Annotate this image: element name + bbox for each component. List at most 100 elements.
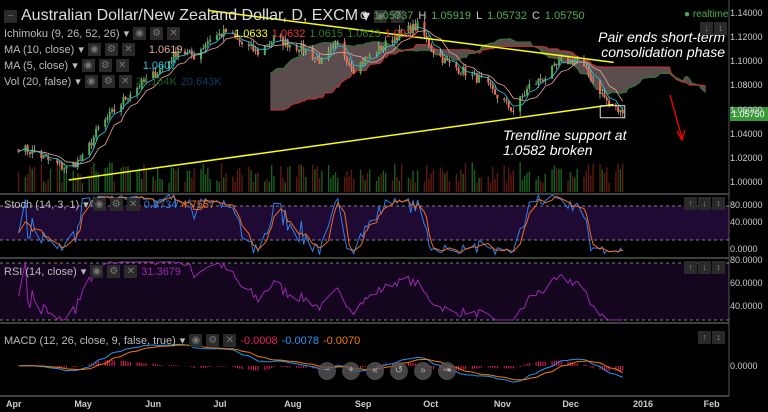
candle	[519, 96, 522, 112]
volume-bar	[40, 164, 43, 192]
volume-bar	[601, 169, 603, 192]
volume-bar	[266, 178, 268, 192]
chevron-down-icon[interactable]: ▾	[180, 334, 186, 347]
legend-ichimoku[interactable]: Ichimoku (9, 26, 52, 26) ▾ ◉ ⚙ ✕ 1.0633 1.0…	[4, 27, 418, 40]
eye-icon[interactable]: ◉	[133, 27, 147, 40]
legend-ma5[interactable]: MA (5, close) ▾ ◉ ⚙ ✕ 1.0607	[4, 59, 176, 72]
gear-icon[interactable]: ⚙	[101, 75, 115, 88]
volume-bar	[250, 170, 252, 192]
scroll-left-icon[interactable]: «	[366, 362, 384, 380]
legend-volume[interactable]: Vol (20, false) ▾ ◉ ⚙ ✕ 22.164K 20.643K	[4, 75, 222, 88]
volume-bar	[505, 182, 508, 192]
volume-bar	[241, 174, 243, 192]
candle	[318, 57, 321, 65]
volume-bar	[382, 170, 385, 192]
candle	[380, 45, 383, 51]
chevron-down-icon[interactable]: ▾	[124, 27, 130, 40]
pane-up-icon[interactable]: ↑	[684, 261, 697, 274]
pane-up-icon[interactable]: ↑	[698, 331, 711, 344]
macd-tick: 0.0000	[730, 361, 758, 371]
chart-title-legend: − Australian Dollar/New Zealand Dollar, …	[4, 6, 405, 26]
volume-bar	[544, 173, 546, 192]
candle	[113, 109, 116, 112]
eye-icon[interactable]: ◉	[90, 265, 104, 278]
reset-icon[interactable]: ↺	[390, 362, 408, 380]
gear-icon[interactable]: ⚙	[109, 198, 123, 211]
volume-bar	[282, 178, 284, 192]
price-tick: 1.04000	[730, 128, 763, 139]
volume-bar	[343, 176, 346, 192]
candle	[106, 117, 109, 120]
legend-stoch[interactable]: Stoch (14, 3, 1) ▾ ◉ ⚙ ✕ 0.8734 4.7557	[4, 198, 215, 211]
legend-rsi[interactable]: RSI (14, close) ▾ ◉ ⚙ ✕ 31.3679	[4, 265, 181, 278]
volume-bar	[348, 176, 350, 192]
pane-up-icon[interactable]: ↑	[684, 197, 697, 210]
candle	[489, 82, 492, 85]
chevron-down-icon[interactable]: ▾	[72, 59, 78, 72]
candle	[26, 145, 29, 153]
close-icon[interactable]: ✕	[121, 43, 135, 56]
collapse-icon[interactable]: −	[4, 9, 17, 23]
volume-bar	[496, 172, 499, 192]
gear-icon[interactable]: ⚙	[107, 265, 121, 278]
eye-icon[interactable]: ◉	[84, 75, 98, 88]
eye-icon[interactable]: ◉	[81, 59, 95, 72]
volume-bar	[45, 182, 47, 192]
volume-bar	[204, 174, 207, 192]
volume-bar	[603, 172, 606, 192]
candle	[111, 109, 114, 112]
pane-fit-icon[interactable]: ↕	[712, 261, 725, 274]
pane-down-icon[interactable]: ↓	[698, 197, 711, 210]
chevron-down-icon[interactable]: ▾	[78, 43, 84, 56]
volume-bar	[455, 174, 458, 192]
chevron-down-icon[interactable]: ▾	[75, 75, 81, 88]
gear-icon[interactable]: ⚙	[98, 59, 112, 72]
candle	[439, 53, 442, 56]
volume-bar	[154, 180, 157, 192]
volume-bar	[537, 175, 540, 192]
pane-fit-icon[interactable]: ↕	[712, 197, 725, 210]
gear-icon[interactable]: ⚙	[206, 334, 220, 347]
high-label: H	[418, 10, 427, 22]
scroll-end-icon[interactable]: ⇥	[438, 362, 456, 380]
pane-down-icon[interactable]: ↓	[698, 261, 711, 274]
zoom-in-icon[interactable]: +	[342, 362, 360, 380]
rsi-tick: 40.0000	[730, 301, 763, 311]
close-icon[interactable]: ✕	[167, 27, 181, 40]
scale-down-icon[interactable]: ↓	[700, 22, 713, 35]
close-icon[interactable]: ✕	[223, 334, 237, 347]
candle	[88, 142, 91, 155]
time-tick: Nov	[493, 399, 511, 409]
close-icon[interactable]: ✕	[126, 198, 140, 211]
gear-icon[interactable]: ⚙	[150, 27, 164, 40]
eye-icon[interactable]: ◉	[87, 43, 101, 56]
zoom-out-icon[interactable]: −	[318, 362, 336, 380]
gear-icon[interactable]: ⚙	[104, 43, 118, 56]
chevron-down-icon[interactable]: ▾	[81, 265, 87, 278]
legend-ma10[interactable]: MA (10, close) ▾ ◉ ⚙ ✕ 1.0619	[4, 43, 183, 56]
legend-macd[interactable]: MACD (12, 26, close, 9, false, true) ▾ ◉ ⚙…	[4, 334, 360, 347]
volume-bar	[439, 167, 442, 192]
eye-icon[interactable]: ◉	[189, 334, 203, 347]
close-icon[interactable]: ✕	[115, 59, 129, 72]
volume-bar	[444, 173, 446, 192]
candle	[209, 39, 212, 42]
volume-bar	[239, 167, 241, 192]
open-value: 1.05737	[373, 10, 414, 22]
volume-bar	[608, 182, 610, 192]
close-icon[interactable]: ✕	[124, 265, 138, 278]
chevron-down-icon[interactable]: ▾	[83, 198, 89, 211]
price-tick: 1.00000	[730, 177, 763, 187]
volume-bar	[129, 171, 131, 192]
scroll-right-icon[interactable]: »	[414, 362, 432, 380]
scale-fit-icon[interactable]: ↕	[714, 22, 727, 35]
volume-bar	[29, 165, 31, 192]
candle	[334, 42, 337, 46]
close-icon[interactable]: ✕	[118, 75, 132, 88]
volume-bar	[95, 170, 97, 192]
candle	[49, 159, 52, 161]
eye-icon[interactable]: ◉	[92, 198, 106, 211]
chart-title: Australian Dollar/New Zealand Dollar, D,…	[21, 7, 359, 24]
volume-bar	[576, 168, 578, 192]
pane-fit-icon[interactable]: ↕	[712, 331, 725, 344]
